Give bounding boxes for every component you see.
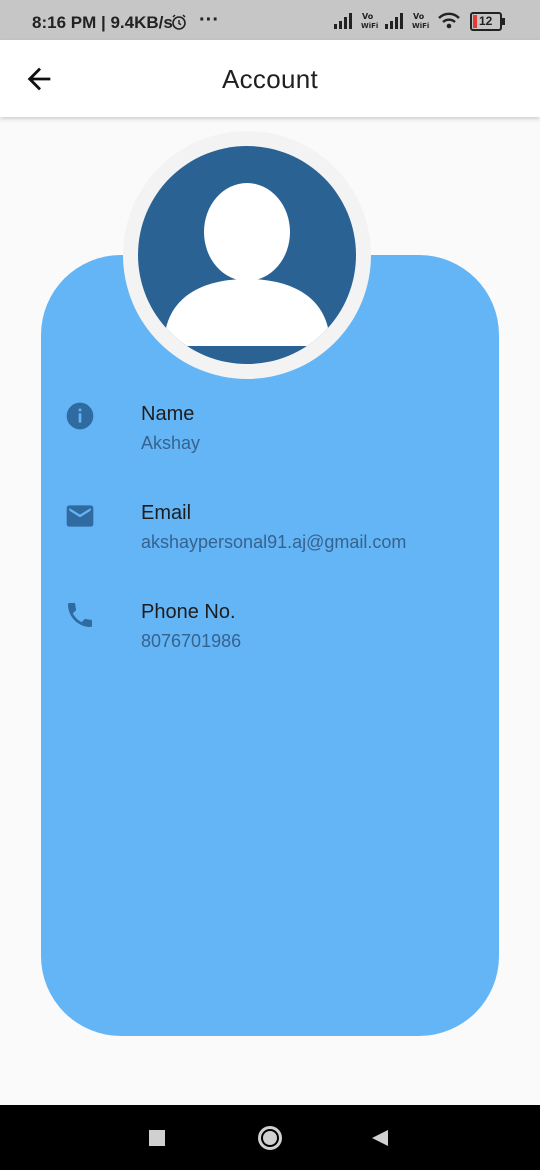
phone-label: Phone No. <box>141 601 236 623</box>
name-value: Akshay <box>141 433 201 453</box>
page-title: Account <box>221 64 319 94</box>
home-button[interactable] <box>258 1126 282 1150</box>
svg-text:WiFi: WiFi <box>361 22 378 30</box>
avatar <box>138 146 356 364</box>
mail-icon <box>66 505 94 527</box>
signal-icon-2 <box>385 13 403 29</box>
info-icon <box>66 402 94 430</box>
person-icon <box>164 183 330 346</box>
svg-text:Vo: Vo <box>362 12 374 21</box>
alarm-icon <box>171 14 187 35</box>
recents-square-icon <box>149 1130 165 1146</box>
email-value: akshaypersonal91.aj@gmail.com <box>141 532 407 552</box>
email-label: Email <box>141 502 192 524</box>
svg-text:Vo: Vo <box>413 12 425 21</box>
home-circle-icon <box>258 1126 282 1150</box>
name-label: Name <box>141 403 195 425</box>
status-time: 8:16 PM | 9.4KB/s <box>32 13 173 32</box>
svg-text:WiFi: WiFi <box>412 22 429 30</box>
back-triangle-icon <box>372 1130 388 1146</box>
recents-button[interactable] <box>149 1130 165 1146</box>
more-notifications-icon: ··· <box>199 9 219 31</box>
battery-icon: 12 <box>470 12 505 31</box>
phone-icon <box>68 603 92 627</box>
wifi-icon <box>438 12 460 29</box>
status-bar: 8:16 PM | 9.4KB/s ··· Vo WiFi Vo WiFi 12 <box>0 0 540 40</box>
app-bar: Account <box>0 40 540 117</box>
signal-icon <box>334 13 352 29</box>
vowifi-icon-2: VoWiFi <box>412 12 429 30</box>
phone-value: 8076701986 <box>141 631 242 651</box>
system-nav-bar <box>0 1105 540 1170</box>
vowifi-icon: VoWiFi <box>361 12 378 30</box>
back-nav-button[interactable] <box>371 1129 389 1147</box>
battery-level: 12 <box>479 14 493 28</box>
